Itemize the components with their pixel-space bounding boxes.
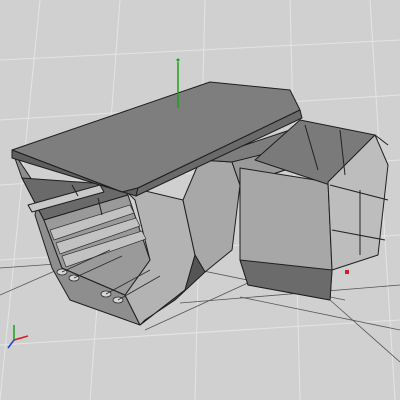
viewport-canvas[interactable] <box>0 0 400 400</box>
3d-viewport[interactable] <box>0 0 400 400</box>
pivot-marker-icon <box>345 270 349 274</box>
axis-triad <box>7 325 29 349</box>
